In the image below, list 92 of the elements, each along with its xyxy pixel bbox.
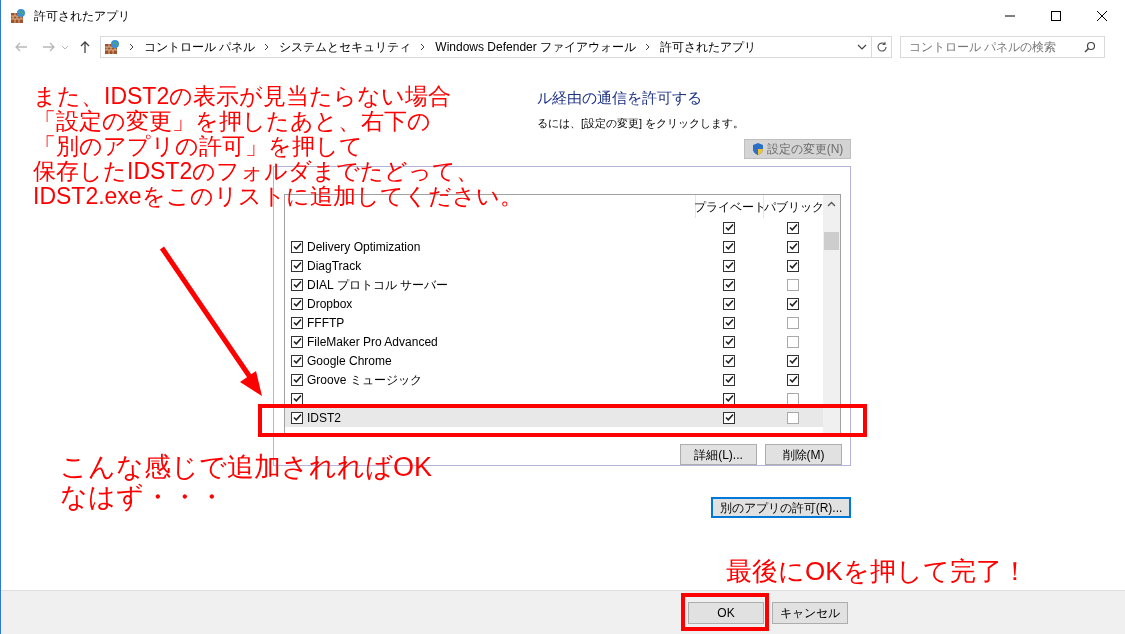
checkbox[interactable]: [291, 278, 303, 291]
chevron-icon: [420, 43, 427, 51]
checkbox[interactable]: [787, 392, 799, 405]
app-name: Groove ミュージック: [307, 371, 422, 389]
list-row[interactable]: DiagTrack: [285, 256, 823, 275]
checkbox[interactable]: [291, 354, 303, 367]
scrollbar[interactable]: [823, 195, 840, 435]
refresh-button[interactable]: [872, 36, 892, 58]
checkbox[interactable]: [291, 335, 303, 348]
checkbox[interactable]: [291, 297, 303, 310]
checkbox[interactable]: [787, 221, 799, 234]
checkbox[interactable]: [291, 240, 303, 253]
annotation-text: IDST2.exeをこのリストに追加してください。: [33, 184, 523, 209]
heading: ル経由の通信を許可する: [537, 88, 703, 108]
checkbox[interactable]: [291, 411, 303, 424]
checkbox[interactable]: [723, 278, 735, 291]
checkbox[interactable]: [723, 354, 735, 367]
cancel-button[interactable]: キャンセル: [772, 601, 848, 624]
breadcrumb-link[interactable]: システムとセキュリティ: [279, 38, 412, 56]
list-row[interactable]: IDST2: [285, 408, 823, 427]
app-name: DiagTrack: [307, 257, 362, 275]
chevron-icon: [264, 43, 271, 51]
annotation-text: なはず・・・: [60, 482, 225, 512]
list-row[interactable]: Google Chrome: [285, 351, 823, 370]
firewall-icon: [10, 8, 26, 24]
app-name: FileMaker Pro Advanced: [307, 333, 438, 351]
up-icon[interactable]: [78, 40, 92, 54]
search-field[interactable]: コントロール パネルの検索: [900, 36, 1105, 58]
app-name: IDST2: [307, 409, 341, 427]
allow-other-app-button[interactable]: 別のアプリの許可(R)...: [711, 497, 851, 518]
checkbox[interactable]: [787, 354, 799, 367]
annotation-text: 最後にOKを押して完了！: [726, 555, 1028, 588]
checkbox[interactable]: [723, 297, 735, 310]
column-header[interactable]: プライベート: [695, 195, 763, 218]
window-title: 許可されたアプリ: [34, 8, 130, 25]
checkbox[interactable]: [723, 411, 735, 424]
app-name: DIAL プロトコル サーバー: [307, 276, 448, 294]
maximize-icon: [1051, 11, 1061, 21]
refresh-icon: [875, 41, 888, 53]
checkbox[interactable]: [787, 297, 799, 310]
list-action-button[interactable]: 詳細(L)...: [680, 444, 757, 465]
ok-button[interactable]: OK: [688, 601, 764, 624]
scroll-up-icon[interactable]: [827, 201, 836, 207]
description-text: るには、[設定の変更] をクリックします。: [537, 115, 746, 131]
checkbox[interactable]: [787, 240, 799, 253]
checkbox[interactable]: [291, 316, 303, 329]
breadcrumb-link[interactable]: Windows Defender ファイアウォール: [435, 38, 637, 56]
dropdown-icon[interactable]: [857, 43, 867, 51]
checkbox[interactable]: [787, 373, 799, 386]
address-bar[interactable]: コントロール パネル システムとセキュリティ Windows Defender ファイアウォール 許可されたアプリ: [100, 36, 872, 58]
list-row[interactable]: Groove ミュージック: [285, 370, 823, 389]
scroll-thumb[interactable]: [824, 232, 839, 250]
app-name: Dropbox: [307, 295, 353, 313]
checkbox[interactable]: [291, 392, 303, 405]
checkmark-icon: [788, 299, 798, 308]
checkbox[interactable]: [723, 335, 735, 348]
annotation-text: また、IDST2の表示が見当たらない場合: [33, 84, 452, 109]
list-action-button[interactable]: 削除(M): [765, 444, 842, 465]
checkbox[interactable]: [723, 259, 735, 272]
list-row[interactable]: FileMaker Pro Advanced: [285, 332, 823, 351]
checkbox[interactable]: [787, 316, 799, 329]
checkbox[interactable]: [723, 373, 735, 386]
checkbox[interactable]: [787, 278, 799, 291]
list-row[interactable]: FFFTP: [285, 313, 823, 332]
breadcrumb-link[interactable]: 許可されたアプリ: [660, 38, 757, 56]
list-row[interactable]: Dropbox: [285, 294, 823, 313]
checkbox[interactable]: [787, 411, 799, 424]
shield-icon: [751, 142, 764, 156]
search-icon: [1084, 41, 1096, 53]
app-name: Delivery Optimization: [307, 238, 421, 256]
checkbox[interactable]: [787, 259, 799, 272]
checkbox[interactable]: [787, 335, 799, 348]
app-name: FFFTP: [307, 314, 345, 332]
checkbox[interactable]: [723, 240, 735, 253]
checkbox[interactable]: [723, 221, 735, 234]
app-name: Google Chrome: [307, 352, 392, 370]
annotation-text: こんな感じで追加されればOK: [60, 452, 432, 482]
minimize-icon: [1005, 15, 1015, 17]
checkbox[interactable]: [291, 373, 303, 386]
chevron-icon: [129, 43, 135, 51]
chevron-icon: [645, 43, 652, 51]
checkbox[interactable]: [723, 316, 735, 329]
checkbox[interactable]: [723, 392, 735, 405]
annotation-text: 保存したIDST2のフォルダまでたどって、: [33, 159, 480, 184]
list-row[interactable]: Delivery Optimization: [285, 237, 823, 256]
firewall-icon: [104, 39, 120, 55]
checkbox[interactable]: [291, 259, 303, 272]
breadcrumb-link[interactable]: コントロール パネル: [144, 38, 256, 56]
list-row[interactable]: DIAL プロトコル サーバー: [285, 275, 823, 294]
annotation-text: 「別のアプリの許可」を押して: [33, 134, 363, 159]
close-icon: [1097, 11, 1107, 21]
annotation-text: 「設定の変更」を押したあと、右下の: [33, 109, 431, 134]
